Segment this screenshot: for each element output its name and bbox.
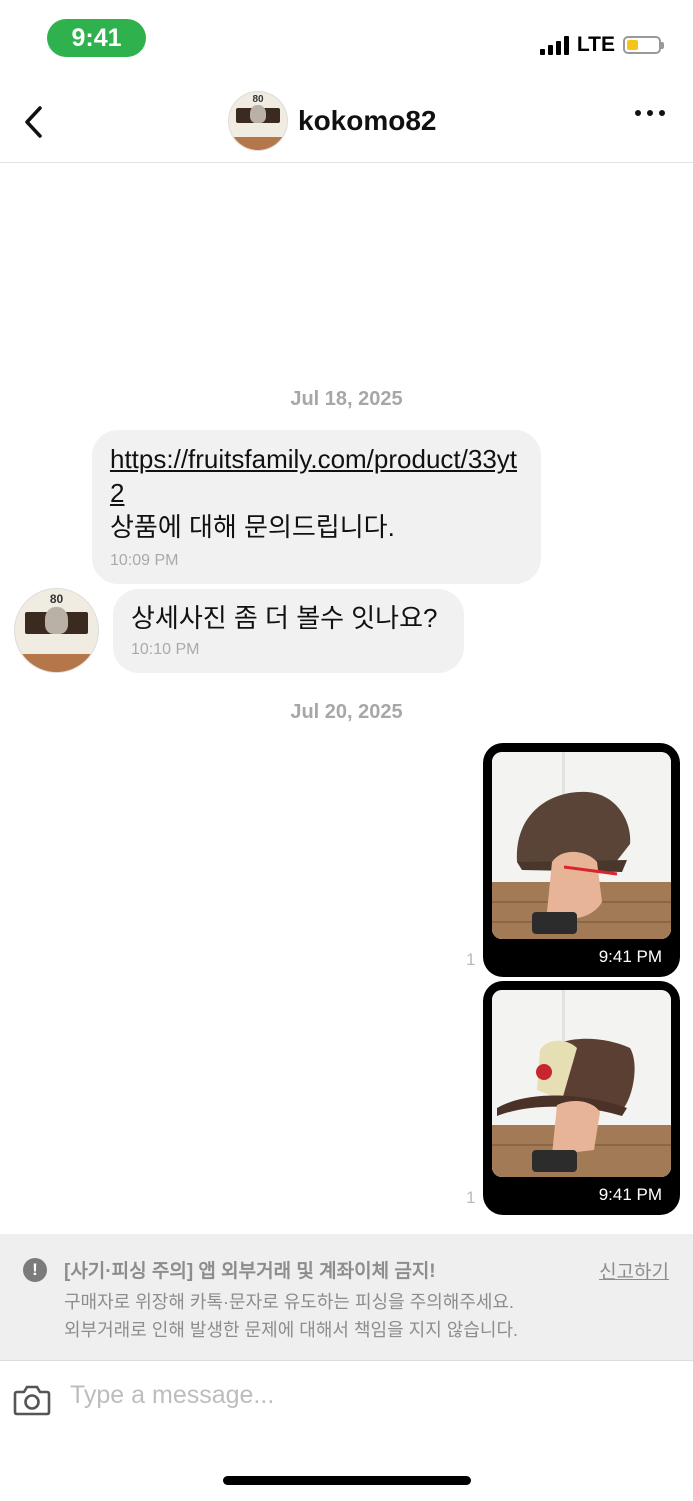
avatar-number: 80 bbox=[49, 592, 64, 607]
message-input[interactable] bbox=[70, 1375, 650, 1415]
photo-message[interactable]: 9:41 PM bbox=[483, 743, 680, 977]
chat-header: 80 kokomo82 bbox=[0, 80, 693, 163]
more-dot-icon bbox=[659, 110, 665, 116]
status-time: 9:41 bbox=[47, 19, 146, 57]
warning-line: 외부거래로 인해 발생한 문제에 대해서 책임을 지지 않습니다. bbox=[64, 1320, 519, 1340]
more-dot-icon bbox=[635, 110, 641, 116]
chat-partner-name: kokomo82 bbox=[298, 105, 437, 136]
message-time: 9:41 PM bbox=[598, 1185, 662, 1204]
read-count: 1 bbox=[466, 950, 476, 969]
message-bubble-incoming: https://fruitsfamily.com/product/33yt2 상… bbox=[92, 430, 541, 584]
battery-level bbox=[627, 40, 638, 50]
camera-icon bbox=[13, 1385, 51, 1416]
chat-partner[interactable]: 80 kokomo82 bbox=[228, 90, 437, 152]
message-time: 10:10 PM bbox=[131, 641, 200, 658]
message-time: 9:41 PM bbox=[598, 947, 662, 966]
cap-photo[interactable] bbox=[492, 752, 671, 939]
signal-icon bbox=[539, 35, 569, 55]
warning-line: 구매자로 위장해 카톡·문자로 유도하는 피싱을 주의해주세요. bbox=[64, 1292, 514, 1312]
camera-button[interactable] bbox=[13, 1383, 51, 1417]
date-separator: Jul 20, 2025 bbox=[290, 701, 403, 723]
alert-icon: ! bbox=[23, 1258, 47, 1282]
cap-photo[interactable] bbox=[492, 990, 671, 1177]
avatar-number: 80 bbox=[252, 94, 264, 106]
more-dot-icon bbox=[647, 110, 653, 116]
read-count: 1 bbox=[466, 1188, 476, 1207]
chevron-left-icon bbox=[25, 106, 42, 138]
battery-icon bbox=[623, 36, 664, 54]
network-type: LTE bbox=[576, 33, 615, 56]
message-bubble-incoming: 상세사진 좀 더 볼수 잇나요? 10:10 PM bbox=[113, 589, 464, 673]
more-options-button[interactable] bbox=[635, 110, 665, 116]
back-button[interactable] bbox=[18, 100, 58, 144]
message-text: 상세사진 좀 더 볼수 잇나요? bbox=[131, 603, 438, 633]
date-separator: Jul 18, 2025 bbox=[290, 388, 403, 410]
photo-message[interactable]: 9:41 PM bbox=[483, 981, 680, 1215]
message-text: 상품에 대해 문의드립니다. bbox=[110, 512, 395, 542]
scam-warning-banner: ! [사기·피싱 주의] 앱 외부거래 및 계좌이체 금지! 구매자로 위장해 … bbox=[0, 1234, 693, 1360]
avatar: 80 bbox=[228, 91, 288, 151]
home-indicator[interactable] bbox=[223, 1476, 471, 1485]
report-button[interactable]: 신고하기 bbox=[599, 1257, 669, 1284]
sender-avatar[interactable]: 80 bbox=[14, 588, 99, 673]
status-indicators: LTE bbox=[539, 30, 664, 60]
warning-title: [사기·피싱 주의] 앱 외부거래 및 계좌이체 금지! bbox=[64, 1261, 436, 1282]
message-time: 10:09 PM bbox=[110, 552, 179, 569]
product-link[interactable]: https://fruitsfamily.com/product/33yt2 bbox=[110, 442, 526, 510]
